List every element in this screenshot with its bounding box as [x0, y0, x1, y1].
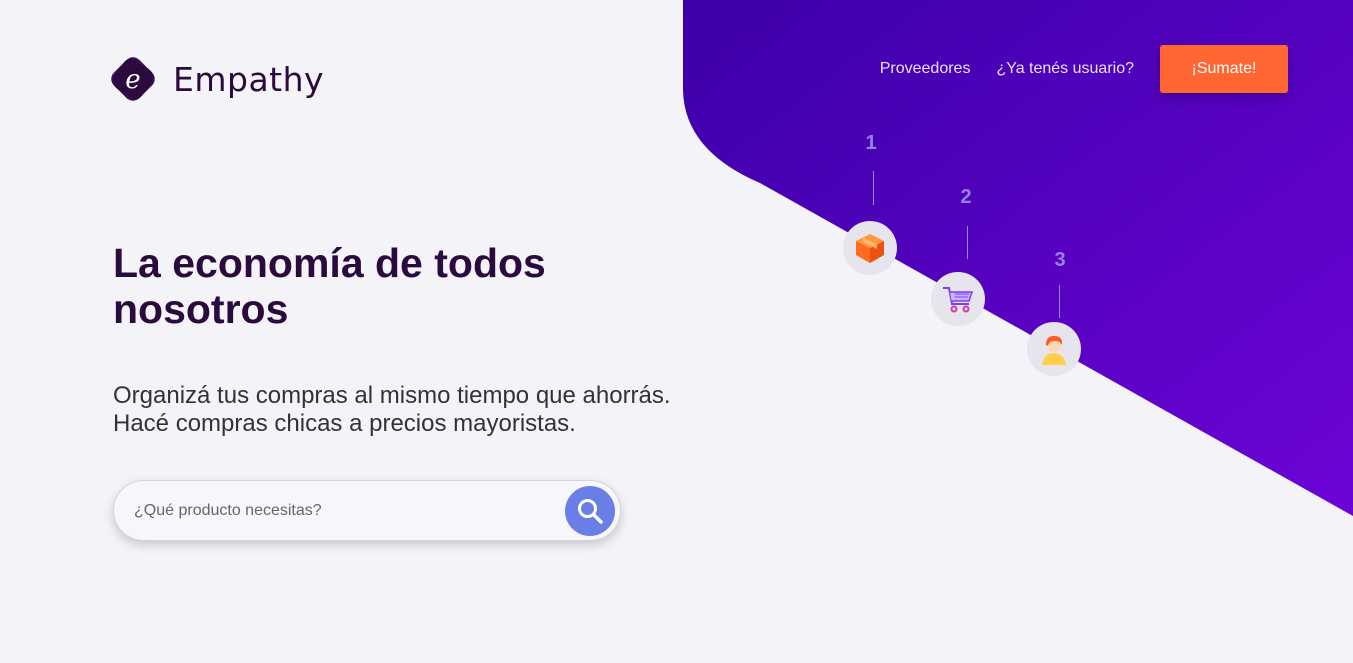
step-3-number: 3 — [1054, 249, 1066, 271]
main-nav: Proveedores ¿Ya tenés usuario? ¡Sumate! — [880, 45, 1288, 93]
step-3-connector — [1059, 285, 1060, 318]
hero-title: La economía de todos nosotros — [113, 240, 546, 332]
shopping-cart-icon — [943, 287, 974, 313]
step-1-number: 1 — [865, 132, 877, 154]
search-input[interactable] — [134, 495, 554, 527]
step-2-number: 2 — [960, 186, 972, 208]
step-2-connector — [967, 226, 968, 259]
step-1-circle — [843, 221, 897, 275]
search-icon — [578, 499, 603, 524]
person-icon — [1042, 336, 1066, 365]
box-icon — [856, 234, 884, 263]
logo-letter: e — [125, 65, 140, 95]
brand-logo[interactable]: e Empathy — [107, 53, 324, 105]
search-button[interactable] — [565, 486, 615, 536]
hero-subtitle-line-2: Hacé compras chicas a precios mayoristas… — [113, 410, 576, 437]
nav-link-login[interactable]: ¿Ya tenés usuario? — [996, 60, 1134, 78]
hero-subtitle: Organizá tus compras al mismo tiempo que… — [113, 382, 753, 438]
step-3-circle — [1027, 322, 1081, 376]
empathy-logo-icon: e — [111, 57, 155, 101]
signup-button[interactable]: ¡Sumate! — [1160, 45, 1288, 93]
brand-name: Empathy — [173, 59, 325, 99]
product-search-bar — [113, 480, 621, 541]
site-header: e Empathy Proveedores ¿Ya tenés usuario?… — [0, 0, 1353, 140]
step-1-connector — [873, 171, 874, 205]
step-2-circle — [931, 272, 985, 326]
nav-link-providers[interactable]: Proveedores — [880, 60, 971, 78]
hero-subtitle-line-1: Organizá tus compras al mismo tiempo que… — [113, 382, 671, 409]
